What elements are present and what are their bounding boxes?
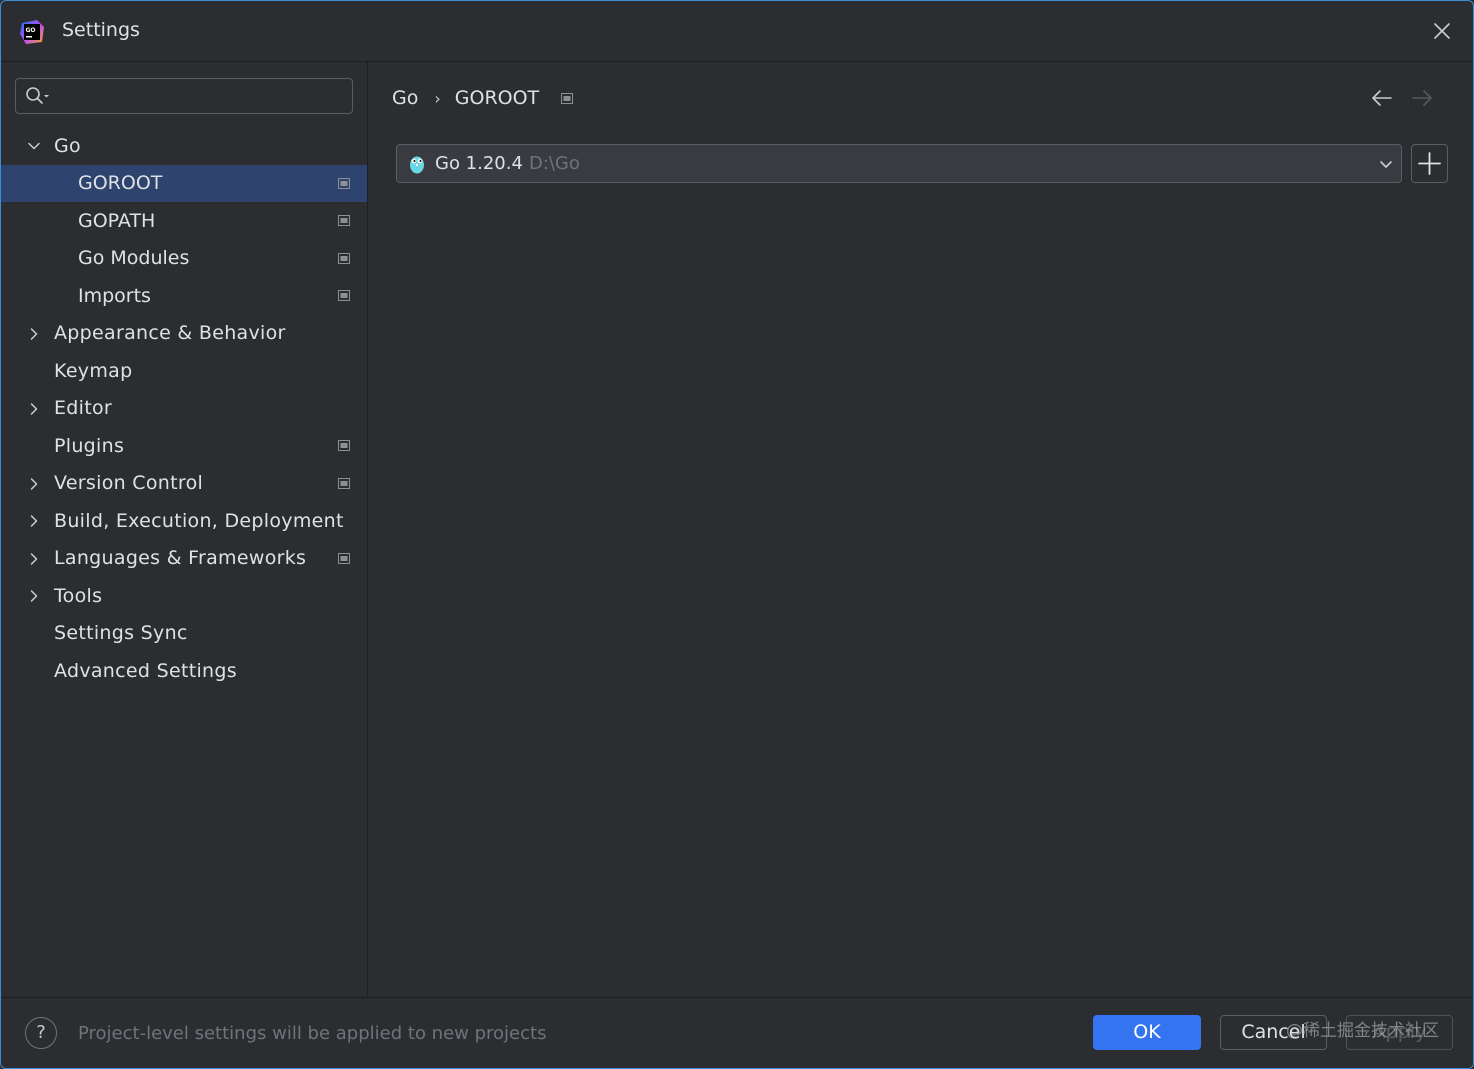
project-level-icon	[338, 290, 350, 301]
sidebar-item-label: Languages & Frameworks	[54, 547, 307, 570]
chevron-down-icon	[1380, 161, 1392, 168]
sidebar-item-keymap[interactable]: Keymap	[1, 352, 367, 390]
breadcrumb: Go › GOROOT	[392, 85, 574, 111]
sdk-version: Go 1.20.4	[435, 153, 523, 174]
project-level-icon	[338, 215, 350, 226]
breadcrumb-current: GOROOT	[454, 87, 540, 109]
chevron-right-icon[interactable]	[27, 589, 41, 603]
close-icon[interactable]	[1431, 20, 1453, 42]
sidebar-item-label: Editor	[54, 397, 113, 420]
project-level-icon	[561, 92, 574, 104]
sidebar-item-label: Go Modules	[78, 247, 190, 270]
chevron-right-icon[interactable]	[27, 327, 41, 341]
search-input[interactable]	[60, 83, 344, 109]
plus-icon	[1418, 152, 1441, 175]
sidebar-item-label: Plugins	[54, 434, 125, 457]
sidebar-item-settings-sync[interactable]: Settings Sync	[1, 615, 367, 653]
sdk-label: Go 1.20.4 D:\Go	[435, 153, 580, 174]
search-field[interactable]	[15, 78, 353, 114]
title-bar: GO Settings	[1, 1, 1473, 62]
sidebar-item-languages-frameworks[interactable]: Languages & Frameworks	[1, 540, 367, 578]
project-level-note: Project-level settings will be applied t…	[78, 1023, 547, 1044]
sidebar-item-label: Go	[54, 134, 81, 157]
sidebar-item-version-control[interactable]: Version Control	[1, 465, 367, 503]
sidebar-item-label: Tools	[54, 584, 103, 607]
sidebar-item-label: Version Control	[54, 472, 204, 495]
dialog-footer: ? Project-level settings will be applied…	[1, 997, 1473, 1068]
sidebar-item-appearance-behavior[interactable]: Appearance & Behavior	[1, 315, 367, 353]
sidebar-item-go-modules[interactable]: Go Modules	[1, 240, 367, 278]
project-level-icon	[338, 440, 350, 451]
chevron-right-icon[interactable]	[27, 514, 41, 528]
breadcrumb-parent[interactable]: Go	[392, 87, 418, 109]
sidebar-item-build-execution-deployment[interactable]: Build, Execution, Deployment	[1, 502, 367, 540]
sidebar-item-label: Settings Sync	[54, 622, 188, 645]
svg-text:GO: GO	[26, 27, 36, 34]
chevron-right-icon[interactable]	[27, 402, 41, 416]
sidebar-item-editor[interactable]: Editor	[1, 390, 367, 428]
settings-tree: Go GOROOT GOPATH Go Modules Imports Appearanc…	[1, 127, 367, 690]
project-level-icon	[338, 477, 350, 489]
project-level-icon	[338, 252, 350, 264]
sidebar-item-label: Advanced Settings	[54, 659, 237, 682]
search-icon	[26, 87, 49, 104]
sidebar-item-go[interactable]: Go	[1, 127, 367, 165]
goland-logo-icon: GO	[20, 20, 44, 44]
goroot-sdk-select[interactable]: Go 1.20.4 D:\Go	[396, 144, 1402, 183]
sidebar-item-advanced-settings[interactable]: Advanced Settings	[1, 652, 367, 690]
arrow-right-icon	[1412, 90, 1432, 106]
project-level-icon	[338, 177, 350, 189]
chevron-down-icon[interactable]	[27, 139, 41, 153]
help-button[interactable]: ?	[25, 1017, 57, 1049]
sidebar-item-label: Keymap	[54, 359, 133, 382]
sidebar-item-goroot[interactable]: GOROOT	[1, 164, 367, 202]
sidebar-item-label: GOPATH	[78, 209, 156, 232]
settings-sidebar: Go GOROOT GOPATH Go Modules Imports Appearanc…	[1, 62, 368, 998]
ok-button[interactable]: OK	[1093, 1015, 1201, 1050]
arrow-left-icon[interactable]	[1371, 88, 1393, 108]
add-sdk-button[interactable]	[1411, 144, 1448, 183]
chevron-right-icon[interactable]	[27, 477, 41, 491]
sidebar-item-plugins[interactable]: Plugins	[1, 427, 367, 465]
sidebar-item-tools[interactable]: Tools	[1, 577, 367, 615]
sidebar-item-label: GOROOT	[78, 172, 163, 195]
gopher-icon	[410, 156, 424, 174]
project-level-icon	[338, 552, 350, 564]
sidebar-item-gopath[interactable]: GOPATH	[1, 202, 367, 240]
cancel-button[interactable]: Cancel	[1220, 1015, 1327, 1050]
apply-button[interactable]: Apply	[1346, 1015, 1453, 1050]
sidebar-item-label: Build, Execution, Deployment	[54, 509, 344, 532]
sidebar-item-imports[interactable]: Imports	[1, 277, 367, 315]
sidebar-item-label: Imports	[78, 284, 151, 307]
sdk-path: D:\Go	[528, 153, 580, 174]
breadcrumb-separator: ›	[434, 88, 441, 108]
sidebar-item-label: Appearance & Behavior	[54, 322, 286, 345]
dialog-title: Settings	[62, 19, 140, 41]
chevron-right-icon[interactable]	[27, 552, 41, 566]
settings-dialog: GO Settings Go GOROOT GOPATH Go Modules Impo…	[0, 0, 1474, 1069]
